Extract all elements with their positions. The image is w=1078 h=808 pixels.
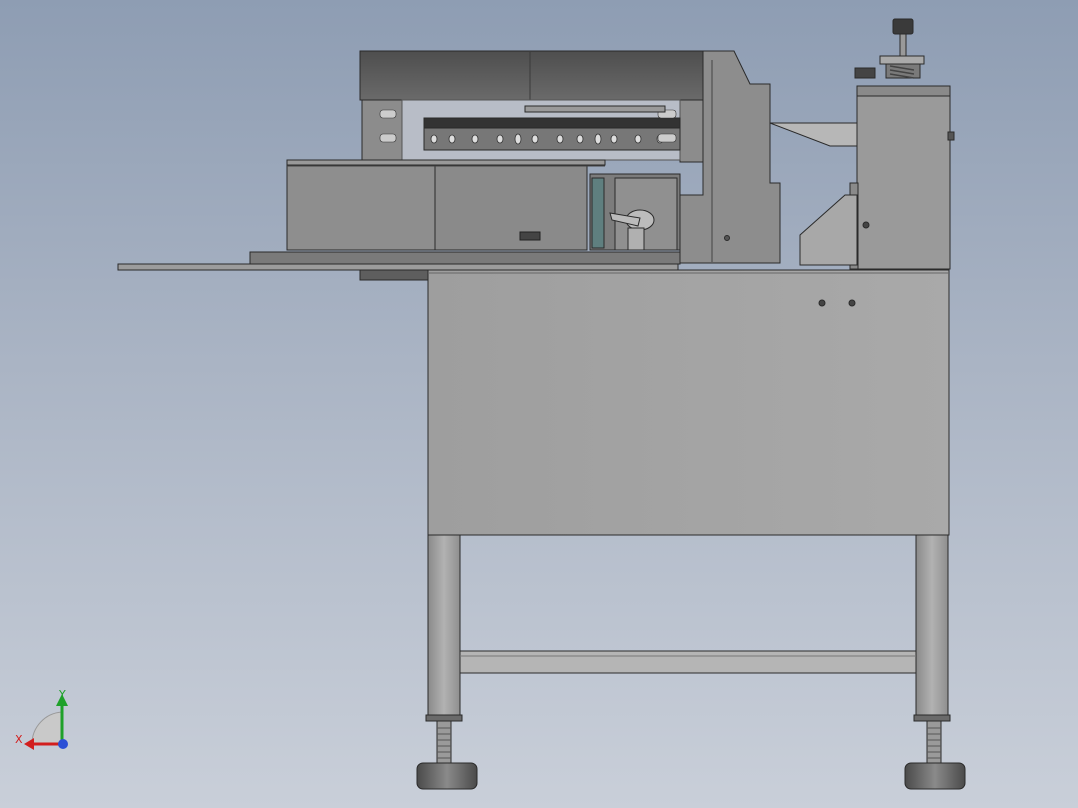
- triad-y-label: Y: [59, 688, 66, 701]
- output-chute: [769, 122, 858, 147]
- output-ramp: [799, 194, 858, 266]
- frame-left-plate: [361, 99, 403, 163]
- leg-left: [427, 534, 461, 718]
- lower-blade-bar: [423, 127, 681, 151]
- orientation-triad: Y X: [14, 686, 84, 756]
- feed-table: [117, 263, 679, 271]
- foot-left: [416, 762, 478, 790]
- adjust-knob-small: [519, 231, 541, 241]
- foot-right: [904, 762, 966, 790]
- cross-bar: [459, 650, 917, 674]
- machine-model[interactable]: [0, 0, 1078, 808]
- triad-x-label: X: [15, 733, 23, 746]
- cad-viewport[interactable]: Y X: [0, 0, 1078, 808]
- feed-guide-box: [286, 161, 436, 251]
- top-cover: [359, 50, 723, 101]
- adjust-knob-top: [892, 18, 914, 35]
- main-cabinet: [427, 269, 950, 536]
- leg-right: [915, 534, 949, 718]
- upper-blade-bar: [423, 117, 681, 129]
- control-box: [856, 85, 951, 270]
- triad-graphic: [24, 694, 68, 750]
